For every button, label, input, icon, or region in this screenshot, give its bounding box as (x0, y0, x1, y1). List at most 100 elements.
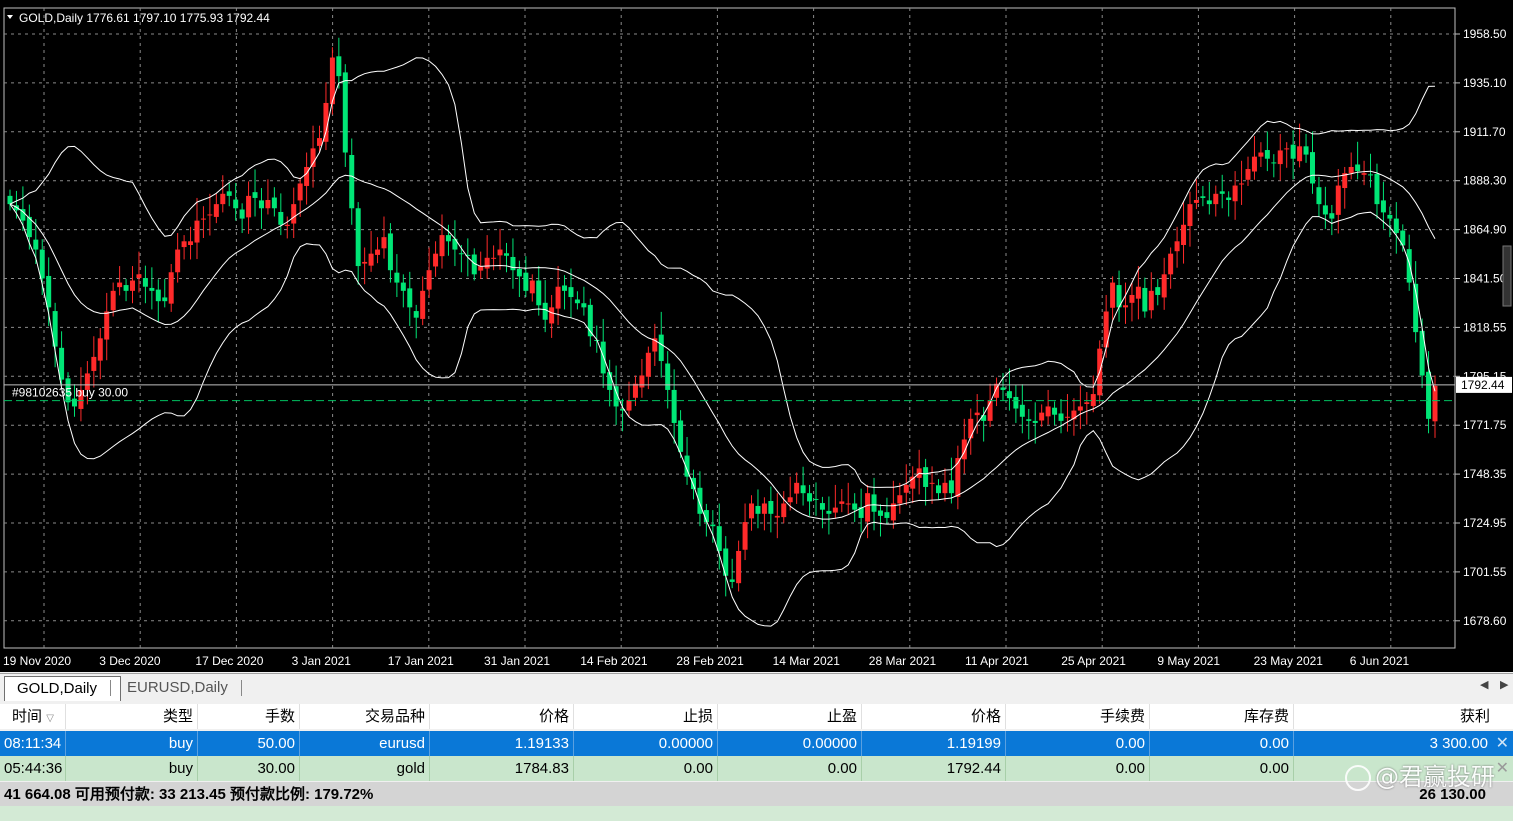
close-position-icon[interactable]: ✕ (1496, 756, 1509, 781)
sort-icon: ▽ (46, 713, 54, 724)
candle-body (807, 493, 813, 502)
candle-body (981, 415, 987, 421)
col-header-take-profit[interactable]: 止盈 (718, 704, 862, 729)
col-header-type[interactable]: 类型 (66, 704, 198, 729)
candle-body (278, 211, 284, 225)
cell-profit: 3 300.00 (1429, 735, 1488, 752)
candle-body (1219, 191, 1225, 194)
cell-take-profit: 0.00000 (718, 731, 862, 756)
tab-eurusd-daily[interactable]: EURUSD,Daily (115, 676, 240, 700)
candle-body (1387, 214, 1393, 219)
candle-body (91, 356, 97, 371)
candle-body (433, 253, 439, 267)
candle-body (839, 501, 845, 504)
candle-body (549, 307, 555, 324)
candle-body (491, 257, 497, 259)
candle-body (33, 239, 39, 250)
candle-body (1168, 253, 1174, 275)
candle-body (729, 579, 735, 582)
candle-body (1329, 213, 1335, 219)
col-header-time[interactable]: 时间 ▽ (0, 704, 66, 729)
tab-separator (241, 680, 242, 696)
candle-body (155, 289, 161, 302)
current-price-label: 1792.44 (1461, 378, 1505, 392)
candle-body (439, 235, 445, 257)
candle-body (562, 285, 568, 291)
candle-body (368, 253, 374, 266)
candle-body (574, 299, 580, 304)
cell-price: 1784.83 (430, 756, 574, 781)
date-tick-label: 3 Dec 2020 (99, 654, 161, 668)
candle-body (1006, 391, 1012, 399)
price-chart[interactable]: 1958.50 1935.10 1911.70 1888.30 1864.90 1841.… (0, 0, 1513, 672)
candle-body (529, 280, 535, 294)
candle-body (761, 503, 767, 514)
price-tick-label: 1864.90 (1463, 223, 1507, 237)
col-header-commission[interactable]: 手续费 (1006, 704, 1150, 729)
candle-body (787, 497, 793, 503)
candle-body (1084, 402, 1090, 404)
scroll-right-icon[interactable]: ▶ (1500, 678, 1508, 691)
candlestick-chart-svg[interactable]: 1958.50 1935.10 1911.70 1888.30 1864.90 1841.… (0, 0, 1513, 672)
table-row[interactable]: 05:44:36 buy 30.00 gold 1784.83 0.00 0.0… (0, 756, 1513, 781)
price-tick-label: 1818.55 (1463, 320, 1507, 334)
date-tick-label: 11 Apr 2021 (965, 654, 1029, 668)
candle-body (1309, 152, 1315, 184)
candle-body (1026, 419, 1032, 421)
cell-time: 08:11:34 (0, 731, 66, 756)
candle-body (1129, 294, 1135, 303)
order-line-label: #98102635 buy 30.00 (12, 386, 128, 400)
candle-body (1271, 162, 1277, 164)
candle-body (1019, 404, 1025, 417)
candle-body (1277, 150, 1283, 165)
candle-body (387, 233, 393, 271)
candle-body (671, 389, 677, 423)
cell-lots: 50.00 (198, 731, 300, 756)
candle-body (413, 311, 419, 318)
candle-body (555, 286, 561, 309)
candle-body (1426, 371, 1432, 419)
candle-body (175, 249, 181, 273)
candle-body (123, 285, 129, 291)
account-summary-text: 41 664.08 可用预付款: 33 213.45 预付款比例: 179.72… (4, 786, 374, 803)
candle-body (149, 287, 155, 291)
candle-body (136, 274, 142, 279)
table-row[interactable]: 08:11:34 buy 50.00 eurusd 1.19133 0.0000… (0, 731, 1513, 756)
candle-body (1393, 218, 1399, 234)
candle-body (1226, 197, 1232, 200)
close-position-icon[interactable]: ✕ (1496, 731, 1509, 756)
candle-body (291, 204, 297, 224)
scroll-left-icon[interactable]: ◀ (1480, 678, 1488, 691)
candle-body (968, 418, 974, 439)
col-header-current-price[interactable]: 价格 (862, 704, 1006, 729)
candle-body (581, 303, 587, 308)
col-header-price[interactable]: 价格 (430, 704, 574, 729)
candle-body (516, 268, 522, 277)
col-header-symbol[interactable]: 交易品种 (300, 704, 430, 729)
candle-body (678, 420, 684, 452)
candle-body (503, 253, 509, 256)
candle-body (1348, 166, 1354, 174)
candle-body (1200, 196, 1206, 198)
candle-body (1122, 305, 1128, 308)
candle-body (1251, 156, 1257, 172)
candle-body (258, 200, 264, 209)
cell-commission: 0.00 (1006, 731, 1150, 756)
candle-body (845, 503, 851, 505)
candle-body (1090, 394, 1096, 407)
col-header-swap[interactable]: 库存费 (1150, 704, 1294, 729)
col-header-lots[interactable]: 手数 (198, 704, 300, 729)
candle-body (542, 302, 548, 320)
candle-body (162, 297, 168, 302)
candle-body (948, 480, 954, 494)
candle-body (1052, 407, 1058, 415)
col-header-profit[interactable]: 获利 (1294, 704, 1494, 729)
candle-body (523, 272, 529, 291)
tab-gold-daily[interactable]: GOLD,Daily (4, 676, 121, 701)
price-tick-label: 1678.60 (1463, 614, 1507, 628)
candle-body (955, 458, 961, 497)
candle-body (1187, 204, 1193, 227)
col-header-stop-loss[interactable]: 止损 (574, 704, 718, 729)
candle-body (233, 199, 239, 209)
candle-body (497, 249, 503, 256)
